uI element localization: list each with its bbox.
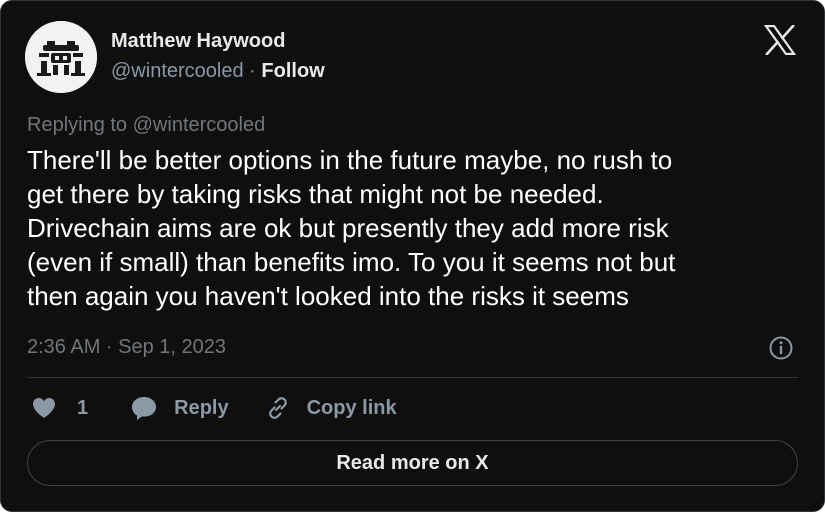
tweet-timestamp[interactable]: 2:36 AM · Sep 1, 2023 [27,335,226,359]
tweet-line: (even if small) than benefits imo. To yo… [27,247,676,277]
tweet-line: get there by taking risks that might not… [27,179,604,209]
follow-link[interactable]: Follow [261,60,324,82]
heart-icon [33,398,55,418]
avatar[interactable] [25,21,97,93]
like-button[interactable]: 1 [31,396,88,420]
reply-handle[interactable]: @wintercooled [133,114,266,136]
tweet-line: There'll be better options in the future… [27,145,673,175]
tweet-text: There'll be better options in the future… [27,143,807,313]
link-icon [268,397,287,419]
x-logo-icon[interactable] [764,25,796,55]
read-more-button[interactable]: Read more on X [27,440,798,486]
tweet-line: Drivechain aims are ok but presently the… [27,213,669,243]
handle-separator: · [249,60,256,82]
action-bar: 1 Reply Copy link [31,395,397,421]
author-block: Matthew Haywood @wintercooled · Follow [111,29,325,83]
handle-row: @wintercooled · Follow [111,59,325,83]
like-count: 1 [77,396,89,419]
tweet-card: Matthew Haywood @wintercooled · Follow R… [0,0,825,512]
divider [27,377,798,378]
reply-prefix: Replying to [27,114,128,136]
reply-button[interactable]: Reply [130,395,229,421]
avatar-image [25,21,97,93]
speech-bubble-icon [132,397,157,420]
tweet-line: then again you haven't looked into the r… [27,281,629,311]
author-handle[interactable]: @wintercooled [111,60,244,82]
info-icon[interactable] [768,335,794,361]
reply-label: Reply [174,396,229,419]
reply-context: Replying to @wintercooled [27,113,265,137]
author-name[interactable]: Matthew Haywood [111,29,325,53]
copy-link-button[interactable]: Copy link [265,395,397,421]
copy-link-label: Copy link [306,396,397,419]
